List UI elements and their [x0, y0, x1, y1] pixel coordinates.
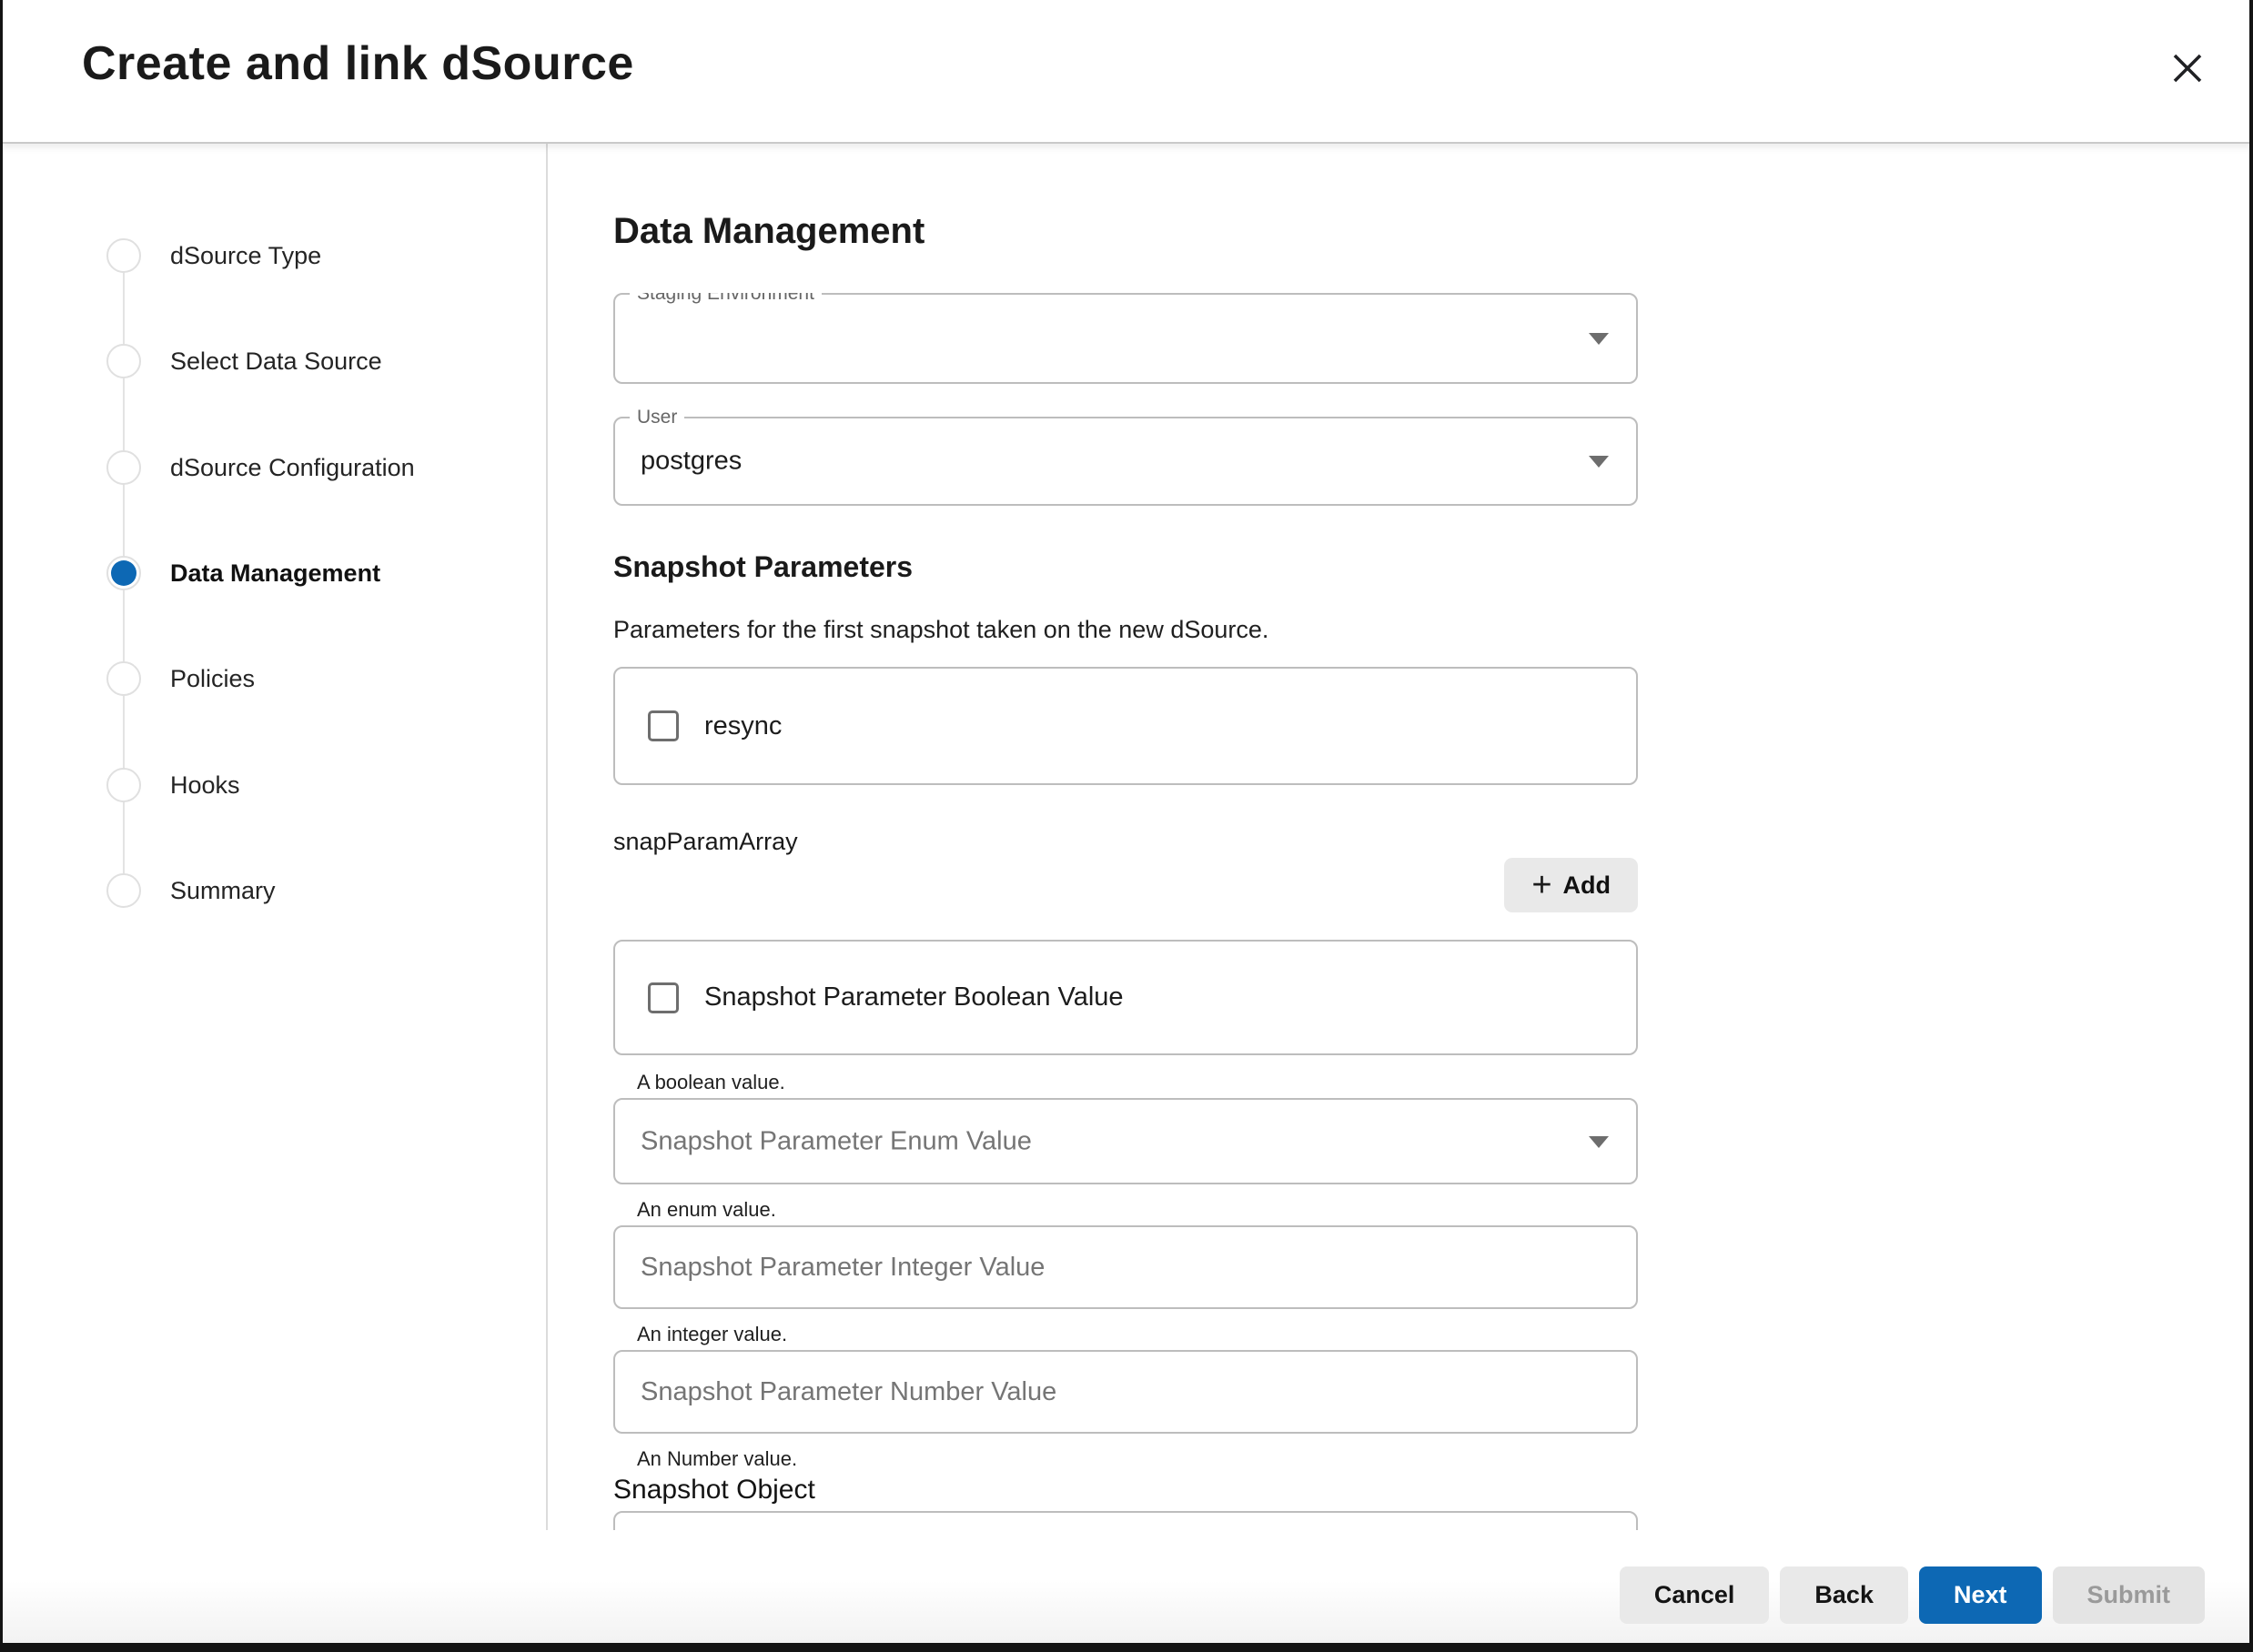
user-select[interactable]: User postgres	[613, 417, 1638, 506]
dialog-header: Create and link dSource	[0, 0, 2253, 144]
form-scroll-area[interactable]: Staging Environment User postgres Snapsh…	[613, 293, 1638, 1530]
step-label: Select Data Source	[170, 348, 382, 376]
step-label: Hooks	[170, 771, 240, 800]
step-dsource-configuration[interactable]: dSource Configuration	[0, 449, 546, 486]
snapshot-parameters-heading: Snapshot Parameters	[613, 549, 1638, 584]
number-helper-text: An Number value.	[613, 1448, 1638, 1469]
chevron-down-icon	[1589, 456, 1609, 468]
wizard-stepper: dSource Type Select Data Source dSource …	[0, 144, 546, 1530]
snapshot-object-label: Snapshot Object	[613, 1475, 1638, 1506]
step-policies[interactable]: Policies	[0, 660, 546, 697]
dialog-footer: Cancel Back Next Submit	[0, 1530, 2253, 1643]
step-circle-icon	[106, 344, 141, 378]
screen-edge-right	[2249, 0, 2253, 1652]
enum-placeholder: Snapshot Parameter Enum Value	[641, 1126, 1032, 1156]
step-label: dSource Type	[170, 242, 321, 270]
staging-environment-label: Staging Environment	[630, 293, 822, 306]
step-label: Data Management	[170, 559, 380, 588]
resync-label: resync	[704, 711, 782, 741]
step-circle-icon	[106, 238, 141, 273]
snapshot-parameters-description: Parameters for the first snapshot taken …	[613, 617, 1638, 642]
step-label: Summary	[170, 877, 276, 905]
cancel-button[interactable]: Cancel	[1620, 1566, 1770, 1624]
add-row: + Add	[613, 858, 1638, 912]
resync-checkbox[interactable]	[648, 710, 679, 741]
snapshot-parameter-integer-input[interactable]	[613, 1225, 1638, 1309]
boolean-helper-text: A boolean value.	[613, 1072, 1638, 1093]
add-button[interactable]: + Add	[1504, 858, 1638, 912]
step-hooks[interactable]: Hooks	[0, 767, 546, 803]
dialog-title: Create and link dSource	[82, 36, 634, 91]
step-circle-icon	[106, 661, 141, 696]
main-content: Data Management Staging Environment User…	[613, 144, 1638, 1530]
integer-helper-text: An integer value.	[613, 1324, 1638, 1345]
snapshot-parameter-boolean-field: Snapshot Parameter Boolean Value	[613, 940, 1638, 1055]
plus-icon: +	[1531, 868, 1551, 902]
enum-helper-text: An enum value.	[613, 1199, 1638, 1220]
screen-edge-left	[0, 0, 3, 1652]
close-button[interactable]	[2167, 47, 2208, 89]
step-summary[interactable]: Summary	[0, 872, 546, 909]
active-step-dot	[111, 560, 136, 586]
user-selected-value: postgres	[641, 447, 742, 477]
add-button-label: Add	[1563, 871, 1611, 900]
step-data-management[interactable]: Data Management	[0, 555, 546, 591]
chevron-down-icon	[1589, 333, 1609, 345]
step-circle-icon-active	[106, 556, 141, 590]
resync-field: resync	[613, 667, 1638, 785]
step-dsource-type[interactable]: dSource Type	[0, 237, 546, 274]
page-title: Data Management	[613, 211, 924, 252]
step-circle-icon	[106, 873, 141, 908]
step-label: Policies	[170, 665, 255, 693]
step-circle-icon	[106, 450, 141, 485]
snapshot-object-field[interactable]	[613, 1511, 1638, 1530]
boolean-checkbox[interactable]	[648, 982, 679, 1013]
sidebar-divider	[546, 144, 548, 1530]
snapshot-parameter-enum-select[interactable]: Snapshot Parameter Enum Value	[613, 1098, 1638, 1184]
staging-environment-select[interactable]: Staging Environment	[613, 293, 1638, 384]
create-dsource-dialog: Create and link dSource dSource Type Sel…	[0, 0, 2253, 1652]
chevron-down-icon	[1589, 1136, 1609, 1148]
step-select-data-source[interactable]: Select Data Source	[0, 343, 546, 379]
next-button[interactable]: Next	[1919, 1566, 2042, 1624]
step-circle-icon	[106, 768, 141, 802]
close-icon	[2167, 78, 2208, 92]
back-button[interactable]: Back	[1780, 1566, 1908, 1624]
snap-param-array-label: snapParamArray	[613, 829, 1638, 854]
screen-edge-bottom	[0, 1643, 2253, 1652]
step-label: dSource Configuration	[170, 454, 415, 482]
boolean-label: Snapshot Parameter Boolean Value	[704, 982, 1124, 1012]
submit-button: Submit	[2053, 1566, 2206, 1624]
snapshot-parameter-number-input[interactable]	[613, 1350, 1638, 1434]
user-label: User	[630, 406, 684, 429]
